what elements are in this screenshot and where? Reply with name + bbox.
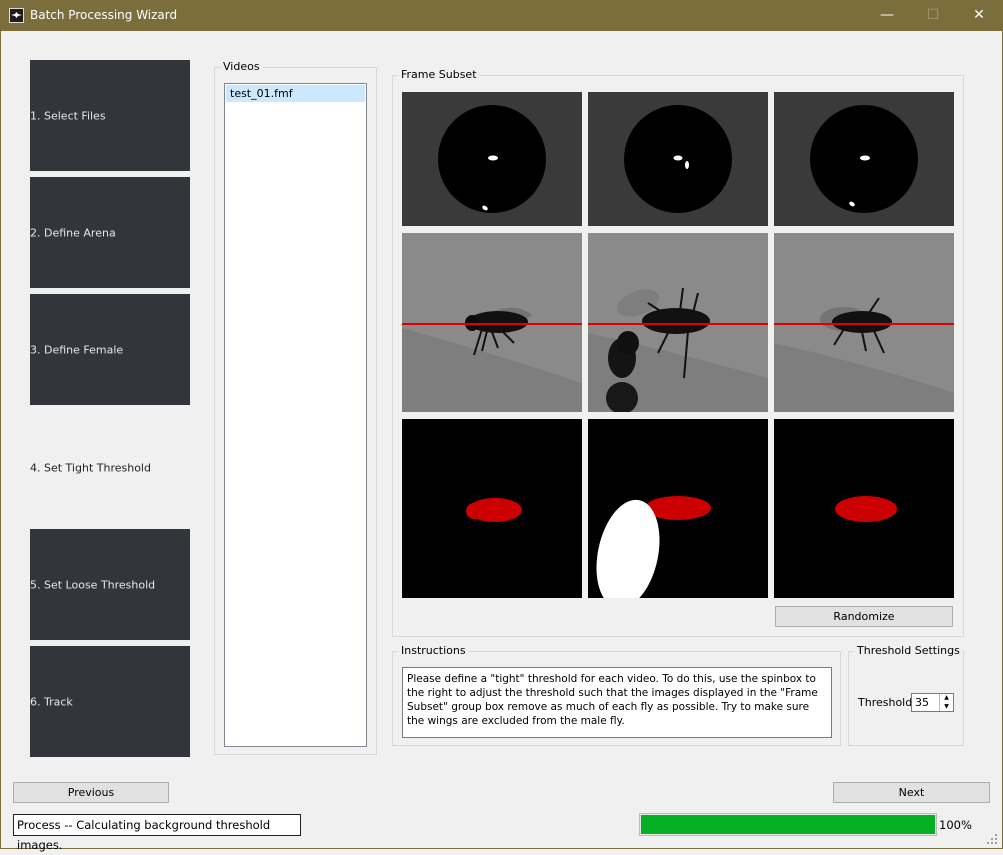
threshold-mask-image-1 — [402, 419, 582, 598]
status-message: Process -- Calculating background thresh… — [13, 814, 301, 852]
progress-bar — [639, 813, 937, 836]
spin-arrows[interactable]: ▲ ▼ — [939, 694, 953, 711]
app-icon — [9, 8, 24, 23]
threshold-mask-image-2 — [588, 419, 768, 598]
previous-button[interactable]: Previous — [13, 782, 169, 803]
step-set-tight-threshold[interactable]: 4. Set Tight Threshold — [30, 412, 190, 523]
instructions-title: Instructions — [399, 644, 468, 657]
step-track[interactable]: 6. Track — [30, 646, 190, 757]
spin-up-icon[interactable]: ▲ — [940, 694, 953, 702]
list-item[interactable]: test_01.fmf — [226, 85, 365, 102]
step-set-loose-threshold[interactable]: 5. Set Loose Threshold — [30, 529, 190, 640]
step-label: 6. Track — [30, 695, 73, 708]
arena-mask-image-3 — [774, 92, 954, 226]
step-define-female[interactable]: 3. Define Female — [30, 294, 190, 405]
fly-frame-image-1 — [402, 233, 582, 412]
step-label: 5. Set Loose Threshold — [30, 578, 156, 591]
close-button[interactable]: ✕ — [956, 0, 1002, 31]
fly-frame-image-2 — [588, 233, 768, 412]
step-label: 2. Define Arena — [30, 226, 116, 239]
randomize-button[interactable]: Randomize — [775, 606, 953, 627]
minimize-button[interactable]: — — [864, 0, 910, 31]
frame-subset-title: Frame Subset — [399, 68, 479, 81]
arena-mask-image-2 — [588, 92, 768, 226]
spin-down-icon[interactable]: ▼ — [940, 703, 953, 711]
step-define-arena[interactable]: 2. Define Arena — [30, 177, 190, 288]
window-title: Batch Processing Wizard — [30, 8, 178, 22]
resize-grip-icon[interactable] — [987, 834, 997, 844]
threshold-label: Threshold — [858, 696, 913, 709]
step-label: 4. Set Tight Threshold — [30, 461, 151, 474]
fly-frame-image-3 — [774, 233, 954, 412]
instructions-text: Please define a "tight" threshold for ea… — [402, 667, 832, 738]
videos-list[interactable]: test_01.fmf — [224, 83, 367, 747]
threshold-mask-image-3 — [774, 419, 954, 598]
videos-group-title: Videos — [221, 60, 262, 73]
step-select-files[interactable]: 1. Select Files — [30, 60, 190, 171]
step-label: 3. Define Female — [30, 343, 124, 356]
progress-percent: 100% — [939, 818, 972, 832]
step-label: 1. Select Files — [30, 109, 106, 122]
title-bar: Batch Processing Wizard — ☐ ✕ — [0, 0, 1003, 31]
threshold-spinbox[interactable]: 35 ▲ ▼ — [911, 693, 954, 712]
threshold-value[interactable]: 35 — [915, 696, 929, 709]
next-button[interactable]: Next — [833, 782, 990, 803]
arena-mask-image-1 — [402, 92, 582, 226]
maximize-button[interactable]: ☐ — [910, 0, 956, 31]
threshold-settings-title: Threshold Settings — [855, 644, 962, 657]
progress-fill — [641, 815, 935, 834]
